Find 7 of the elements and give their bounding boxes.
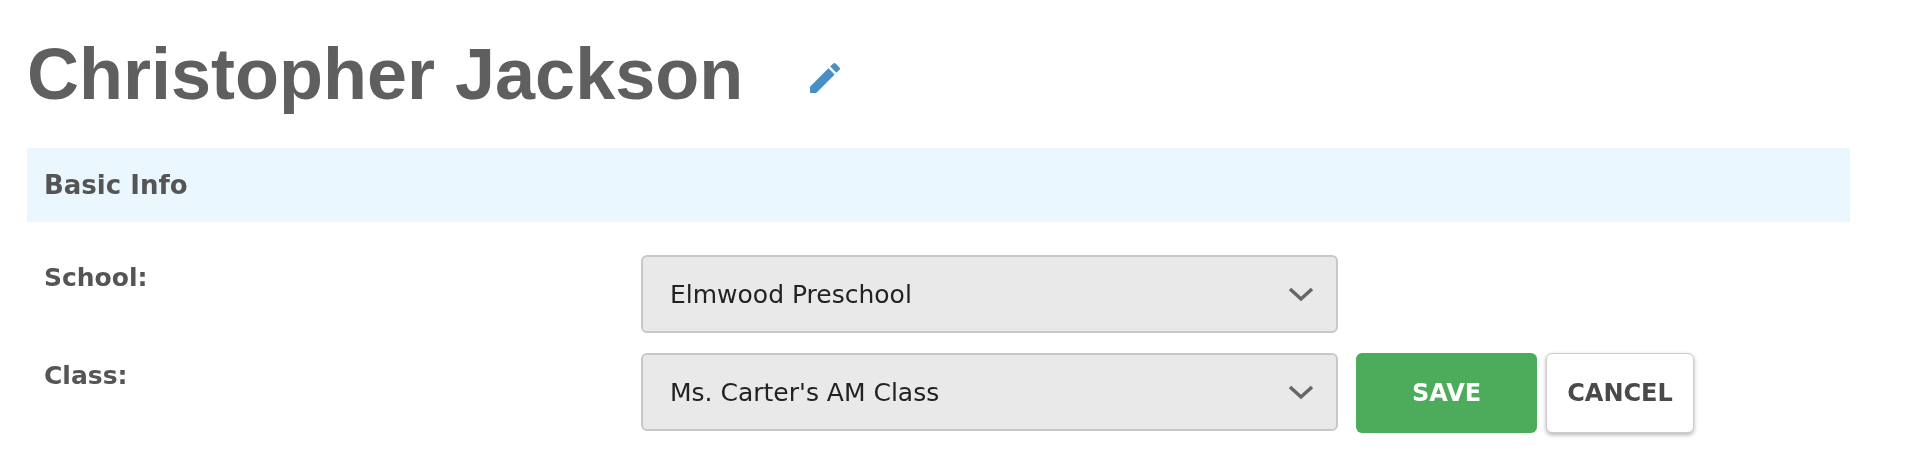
dropdown-field[interactable]: Elmwood Preschool <box>641 255 1338 333</box>
dropdown-field[interactable]: Ms. Carter's AM Class <box>641 353 1338 431</box>
field-label: School: <box>43 262 149 292</box>
page-title: Christopher Jackson <box>27 33 744 115</box>
field-label: Class: <box>43 360 129 390</box>
cancel-button[interactable]: CANCEL <box>1546 353 1694 433</box>
section-title: Basic Info <box>44 170 188 200</box>
